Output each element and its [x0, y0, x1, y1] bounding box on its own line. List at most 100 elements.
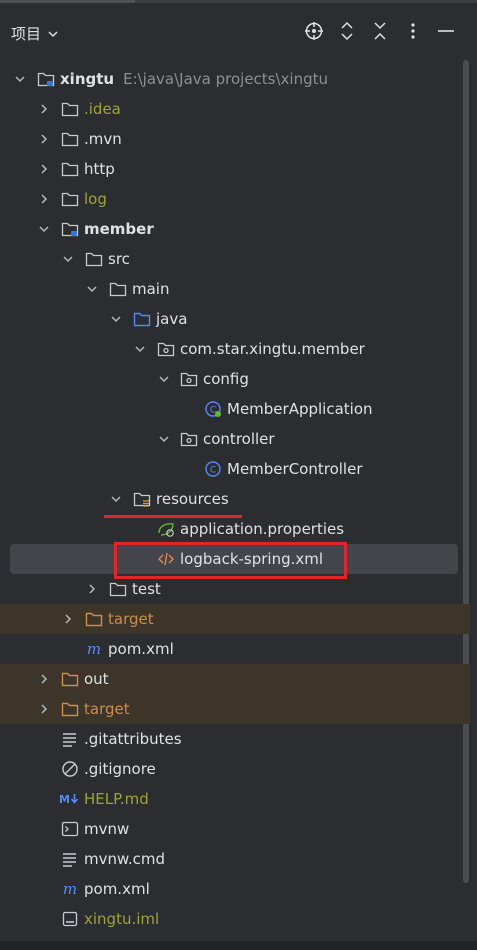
package-icon — [180, 432, 198, 447]
folder-icon — [61, 102, 79, 117]
panel-title-dropdown[interactable]: 项目 — [11, 23, 59, 44]
package-icon — [157, 342, 175, 357]
chevron-down-icon[interactable] — [109, 492, 123, 506]
tree-row-member-pom[interactable]: m pom.xml — [0, 634, 470, 664]
tree-row-member[interactable]: member — [0, 214, 470, 244]
tree-row-help[interactable]: M HELP.md — [0, 784, 470, 814]
tree-row-gitattributes[interactable]: .gitattributes — [0, 724, 470, 754]
chevron-right-icon[interactable] — [37, 192, 51, 206]
tree-row-gitignore[interactable]: .gitignore — [0, 754, 470, 784]
target-icon — [305, 22, 323, 40]
expand-icon — [341, 21, 353, 41]
excluded-folder-icon — [61, 702, 79, 717]
bottom-divider — [0, 941, 477, 950]
chevron-right-icon[interactable] — [85, 582, 99, 596]
tree-row-test[interactable]: test — [0, 574, 470, 604]
tree-label: main — [132, 280, 170, 298]
chevron-right-icon[interactable] — [37, 672, 51, 686]
more-options-button[interactable] — [402, 20, 424, 42]
tree-label: java — [156, 310, 188, 328]
chevron-down-icon[interactable] — [109, 312, 123, 326]
maven-icon: m — [63, 880, 77, 898]
chevron-down-icon[interactable] — [157, 372, 171, 386]
chevron-right-icon[interactable] — [61, 612, 75, 626]
tree-label: MemberController — [227, 460, 363, 478]
tree-row-mvn[interactable]: .mvn — [0, 124, 470, 154]
tree-label: src — [108, 250, 130, 268]
chevron-down-icon[interactable] — [37, 222, 51, 236]
tree-row-xingtu[interactable]: xingtu E:\java\Java projects\xingtu — [0, 64, 470, 94]
tree-row-member-controller[interactable]: C MemberController — [0, 454, 470, 484]
tree-row-out[interactable]: out — [0, 664, 470, 694]
minimize-icon — [438, 30, 454, 32]
tree-row-pom[interactable]: m pom.xml — [0, 874, 470, 904]
tree-row-log[interactable]: log — [0, 184, 470, 214]
tree-row-idea[interactable]: .idea — [0, 94, 470, 124]
chevron-down-icon[interactable] — [85, 282, 99, 296]
tree-row-application-properties[interactable]: application.properties — [0, 514, 470, 544]
tree-label: .mvn — [84, 130, 122, 148]
svg-text:M: M — [59, 793, 70, 806]
spring-boot-class-icon: C — [205, 401, 221, 417]
tree-label: pom.xml — [108, 640, 174, 658]
folder-icon — [109, 282, 127, 297]
tree-label: resources — [156, 490, 229, 508]
tree-label: MemberApplication — [227, 400, 373, 418]
terminal-file-icon — [61, 821, 79, 837]
tree-label: pom.xml — [84, 880, 150, 898]
tree-label: xingtu — [60, 70, 115, 88]
tree-row-package[interactable]: com.star.xingtu.member — [0, 334, 470, 364]
collapse-all-button[interactable] — [369, 20, 391, 42]
tree-label: application.properties — [180, 520, 345, 538]
svg-text:m: m — [87, 640, 101, 658]
tree-label: http — [84, 160, 115, 178]
package-icon — [180, 372, 198, 387]
panel-title: 项目 — [11, 25, 42, 43]
chevron-right-icon[interactable] — [37, 102, 51, 116]
tree-row-member-application[interactable]: C MemberApplication — [0, 394, 470, 424]
project-panel-header: 项目 — [0, 3, 477, 61]
tree-row-http[interactable]: http — [0, 154, 470, 184]
tree-row-resources[interactable]: resources — [0, 484, 470, 514]
chevron-right-icon[interactable] — [37, 132, 51, 146]
tree-row-mvnw[interactable]: mvnw — [0, 814, 470, 844]
collapse-icon — [374, 22, 386, 40]
module-folder-icon — [37, 72, 55, 87]
tree-row-main[interactable]: main — [0, 274, 470, 304]
chevron-right-icon[interactable] — [37, 702, 51, 716]
locate-target-button[interactable] — [303, 20, 325, 42]
spring-properties-icon — [158, 523, 174, 537]
tree-row-controller[interactable]: controller — [0, 424, 470, 454]
tree-label: member — [84, 220, 154, 238]
excluded-folder-icon — [61, 672, 79, 687]
text-file-icon — [63, 853, 76, 867]
tree-label: HELP.md — [84, 790, 149, 808]
hide-panel-button[interactable] — [435, 20, 457, 42]
more-icon — [411, 23, 415, 39]
tree-row-mvnw-cmd[interactable]: mvnw.cmd — [0, 844, 470, 874]
tree-label: mvnw.cmd — [84, 850, 166, 868]
tree-row-src[interactable]: src — [0, 244, 470, 274]
maven-icon: m — [87, 640, 101, 658]
chevron-down-icon[interactable] — [133, 342, 147, 356]
tree-label: controller — [203, 430, 275, 448]
resources-folder-icon — [133, 492, 151, 507]
tree-row-java[interactable]: java — [0, 304, 470, 334]
tree-row-config[interactable]: config — [0, 364, 470, 394]
tree-label: log — [84, 190, 107, 208]
folder-icon — [85, 252, 103, 267]
chevron-down-icon[interactable] — [13, 72, 27, 86]
tree-row-target[interactable]: target — [0, 694, 470, 724]
tree-row-member-target[interactable]: target — [0, 604, 470, 634]
expand-all-button[interactable] — [336, 20, 358, 42]
module-file-icon — [62, 911, 78, 927]
tree-row-iml[interactable]: xingtu.iml — [0, 904, 470, 934]
tree-label: target — [108, 610, 154, 628]
tree-label: com.star.xingtu.member — [180, 340, 365, 358]
chevron-down-icon — [48, 30, 58, 37]
tree-label: .gitattributes — [84, 730, 182, 748]
chevron-right-icon[interactable] — [37, 162, 51, 176]
tree-label: .gitignore — [84, 760, 156, 778]
chevron-down-icon[interactable] — [157, 432, 171, 446]
chevron-down-icon[interactable] — [61, 252, 75, 266]
